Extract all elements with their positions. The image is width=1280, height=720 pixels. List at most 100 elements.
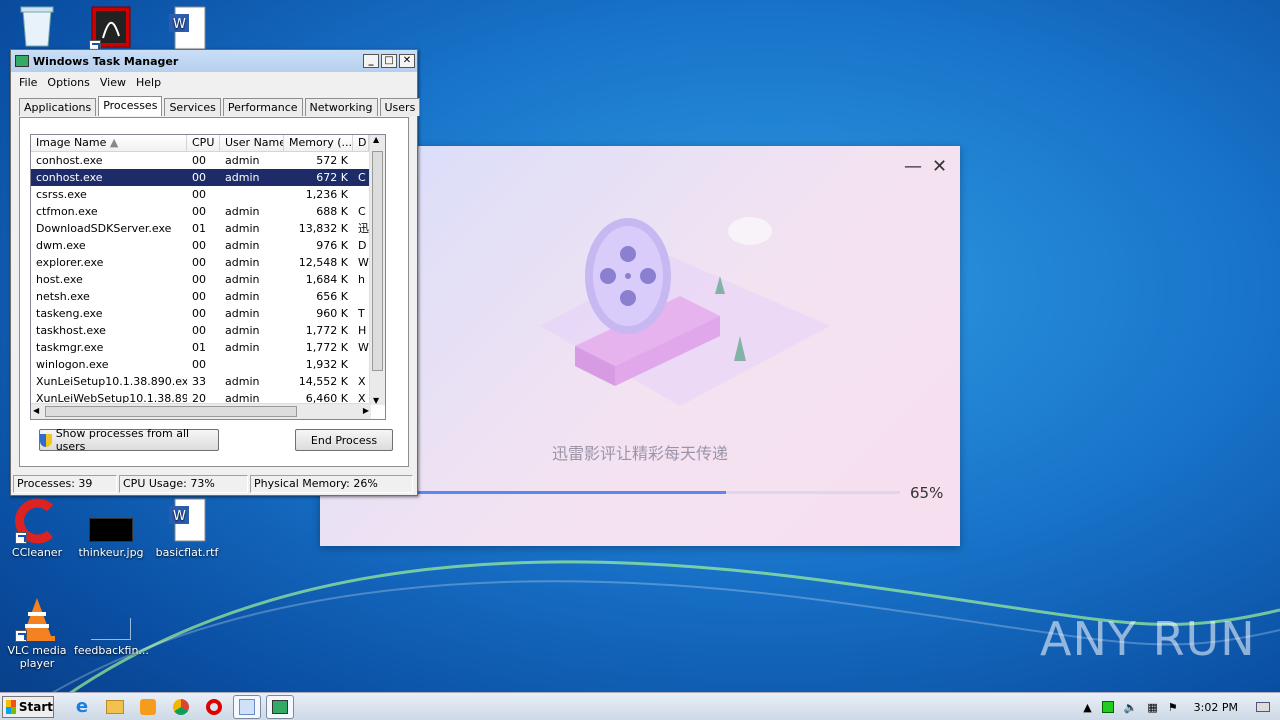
minimize-button[interactable]: _ <box>363 54 379 68</box>
scroll-right-icon[interactable]: ▶ <box>363 406 369 415</box>
table-row[interactable]: XunLeiSetup10.1.38.890.exe 33 admin 14,552 … <box>31 373 385 390</box>
window-title: Windows Task Manager <box>33 54 179 68</box>
task-manager-icon <box>272 699 288 714</box>
column-user-name[interactable]: User Name <box>220 135 284 151</box>
cell-image-name: DownloadSDKServer.exe <box>36 222 172 235</box>
close-icon[interactable]: ✕ <box>932 156 947 177</box>
menu-options[interactable]: Options <box>47 76 89 89</box>
show-hidden-icons-icon[interactable]: ▲ <box>1083 701 1091 714</box>
horizontal-scroll-thumb[interactable] <box>45 406 297 417</box>
table-row[interactable]: conhost.exe 00 admin 672 K C <box>31 169 385 186</box>
close-button[interactable]: ✕ <box>399 54 415 68</box>
minimize-icon[interactable]: — <box>904 156 922 177</box>
horizontal-scrollbar[interactable]: ◀ ▶ <box>31 403 371 419</box>
cell-image-name: taskmgr.exe <box>36 341 104 354</box>
action-center-flag-icon[interactable]: ⚑ <box>1168 701 1178 714</box>
table-row[interactable]: DownloadSDKServer.exe 01 admin 13,832 K 迅 <box>31 220 385 237</box>
vertical-scroll-thumb[interactable] <box>372 151 383 371</box>
column-memory[interactable]: Memory (... <box>284 135 353 151</box>
desktop-icon-basicflat-rtf[interactable]: W basicflat.rtf <box>150 498 224 559</box>
table-row[interactable]: csrss.exe 00 1,236 K <box>31 186 385 203</box>
show-desktop-icon[interactable] <box>1256 702 1270 712</box>
cell-memory: 688 K <box>316 205 348 218</box>
desktop-icon-thinkeur-jpg[interactable]: thinkeur.jpg <box>74 498 148 559</box>
desktop-icon-vlc[interactable]: VLC media player <box>0 596 74 670</box>
table-row[interactable]: netsh.exe 00 admin 656 K <box>31 288 385 305</box>
cell-image-name: conhost.exe <box>36 171 103 184</box>
taskbar-media-player[interactable] <box>134 695 162 719</box>
table-row[interactable]: taskmgr.exe 01 admin 1,772 K W <box>31 339 385 356</box>
process-table: Image Name ▲ CPU User Name Memory (... D… <box>30 134 386 420</box>
cell-cpu: 00 <box>192 188 206 201</box>
cell-memory: 960 K <box>316 307 348 320</box>
table-row[interactable]: explorer.exe 00 admin 12,548 K W <box>31 254 385 271</box>
cell-memory: 572 K <box>316 154 348 167</box>
taskbar-explorer[interactable] <box>101 695 129 719</box>
cell-image-name: taskeng.exe <box>36 307 103 320</box>
menu-view[interactable]: View <box>100 76 126 89</box>
installer-icon <box>239 698 255 715</box>
status-cpu-usage: CPU Usage: 73% <box>119 475 248 493</box>
desktop-icon-acrobat[interactable] <box>74 6 148 54</box>
show-all-processes-button[interactable]: Show processes from all users <box>39 427 219 453</box>
cell-image-name: dwm.exe <box>36 239 86 252</box>
end-process-button[interactable]: End Process <box>295 429 393 451</box>
vertical-scrollbar[interactable]: ▲ ▼ <box>369 135 385 405</box>
system-tray: ▲ 🔈 ▦ ⚑ 3:02 PM <box>1083 693 1280 720</box>
tab-users[interactable]: Users <box>379 98 421 116</box>
maximize-button[interactable]: □ <box>381 54 397 68</box>
cell-image-name: csrss.exe <box>36 188 87 201</box>
taskbar-opera[interactable] <box>200 695 228 719</box>
desktop-icon-recycle-bin[interactable] <box>0 4 74 52</box>
volume-icon[interactable]: 🔈 <box>1124 701 1138 714</box>
tab-performance[interactable]: Performance <box>222 98 303 116</box>
table-row[interactable]: taskhost.exe 00 admin 1,772 K H <box>31 322 385 339</box>
network-activity-icon[interactable] <box>1101 701 1114 713</box>
menu-help[interactable]: Help <box>136 76 161 89</box>
table-row[interactable]: ctfmon.exe 00 admin 688 K C <box>31 203 385 220</box>
network-icon[interactable]: ▦ <box>1147 701 1157 714</box>
image-thumbnail-icon <box>87 498 135 544</box>
table-row[interactable]: conhost.exe 00 admin 572 K <box>31 152 385 169</box>
column-description[interactable]: D <box>353 135 369 151</box>
column-cpu[interactable]: CPU <box>187 135 220 151</box>
table-row[interactable]: winlogon.exe 00 1,932 K <box>31 356 385 373</box>
scroll-down-icon[interactable]: ▼ <box>373 396 379 405</box>
install-progress-fill <box>404 491 727 494</box>
cell-description: C <box>358 205 366 218</box>
tab-services[interactable]: Services <box>164 98 221 116</box>
cell-user-name: admin <box>225 375 260 388</box>
desktop-icon-feedback[interactable]: feedbackfin... <box>74 596 149 657</box>
table-row[interactable]: taskeng.exe 00 admin 960 K T <box>31 305 385 322</box>
column-image-name[interactable]: Image Name ▲ <box>31 135 187 151</box>
taskbar-chrome[interactable] <box>167 695 195 719</box>
cell-image-name: explorer.exe <box>36 256 104 269</box>
clock[interactable]: 3:02 PM <box>1194 701 1238 714</box>
table-row[interactable]: host.exe 00 admin 1,684 K h <box>31 271 385 288</box>
cell-user-name <box>220 356 284 373</box>
title-bar[interactable]: Windows Task Manager _ □ ✕ <box>11 50 417 72</box>
vlc-cone-icon <box>13 596 61 642</box>
menu-file[interactable]: File <box>19 76 37 89</box>
cell-memory: 672 K <box>316 171 348 184</box>
table-row[interactable]: dwm.exe 00 admin 976 K D <box>31 237 385 254</box>
blank-file-icon <box>87 596 135 642</box>
scroll-left-icon[interactable]: ◀ <box>33 406 39 415</box>
desktop-icon-ccleaner[interactable]: CCleaner <box>0 498 74 559</box>
tab-networking[interactable]: Networking <box>304 98 378 116</box>
install-progress-bar <box>404 491 900 494</box>
cell-user-name: admin <box>225 290 260 303</box>
desktop-icon-word-doc[interactable]: W <box>150 6 224 54</box>
tab-processes[interactable]: Processes <box>98 96 163 116</box>
cell-cpu: 00 <box>192 239 206 252</box>
task-manager-window: Windows Task Manager _ □ ✕ File Options … <box>10 49 421 496</box>
cell-image-name: conhost.exe <box>36 154 103 167</box>
cell-user-name: admin <box>225 239 260 252</box>
taskbar-xunlei-installer[interactable] <box>233 694 261 719</box>
scroll-up-icon[interactable]: ▲ <box>373 135 379 144</box>
taskbar-ie[interactable]: e <box>68 695 96 719</box>
start-button[interactable]: Start <box>2 695 54 718</box>
tab-applications[interactable]: Applications <box>19 98 97 116</box>
cell-memory: 1,932 K <box>305 358 348 371</box>
taskbar-task-manager[interactable] <box>266 694 294 719</box>
